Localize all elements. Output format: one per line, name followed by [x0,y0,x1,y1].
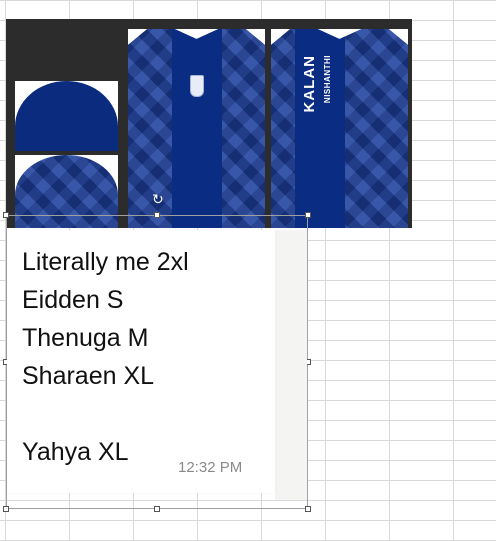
message-line-1: Literally me 2xl [22,248,189,276]
message-line-5: Yahya XL [22,438,129,466]
sleeve-shape-1 [15,81,118,151]
back-text-group: KALAN NISHANTHI [293,55,363,145]
jersey-back-panel: KALAN NISHANTHI [271,29,408,228]
jersey-back-name: KALAN [301,55,318,113]
rotate-handle-icon[interactable]: ↻ [152,192,164,206]
chat-message-bubble[interactable]: Literally me 2xl Eidden S Thenuga M Shar… [7,230,275,493]
resize-handle-top-center[interactable] [154,212,160,218]
jersey-back-body: KALAN NISHANTHI [271,29,408,228]
resize-handle-bottom-center[interactable] [154,506,160,512]
jersey-back-subtext: NISHANTHI [323,55,332,104]
resize-handle-bottom-left[interactable] [3,506,9,512]
chat-wallpaper-strip [275,230,307,500]
message-line-2: Eidden S [22,286,124,314]
sleeve-panel-1 [15,81,118,151]
jersey-front-panel [128,29,265,228]
resize-handle-bottom-right[interactable] [305,506,311,512]
jersey-mockup-image[interactable]: KALAN NISHANTHI ↻ [6,19,412,228]
crest-icon [189,75,204,97]
resize-handle-top-left[interactable] [3,212,9,218]
message-line-3: Thenuga M [22,324,149,352]
jersey-front-body [128,29,265,228]
resize-handle-top-right[interactable] [305,212,311,218]
message-line-4: Sharaen XL [22,362,155,390]
message-timestamp: 12:32 PM [178,459,243,476]
front-center-stripe [171,29,222,228]
